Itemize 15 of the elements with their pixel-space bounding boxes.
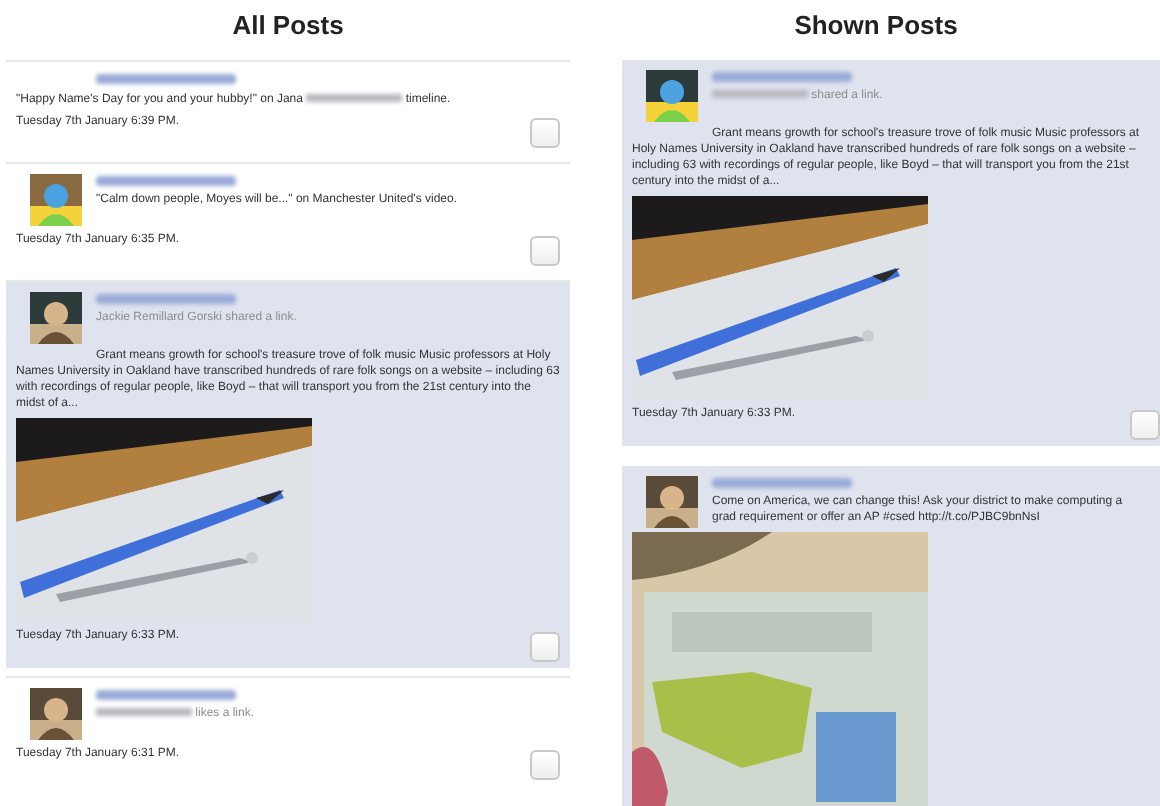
blurred-name (96, 176, 236, 186)
checkbox[interactable] (530, 632, 560, 662)
post-card[interactable] (622, 60, 1160, 446)
post-card[interactable] (6, 280, 570, 668)
column-heading: Shown Posts (792, 10, 960, 42)
blurred-name (712, 72, 852, 82)
checkbox[interactable] (530, 750, 560, 780)
checkbox[interactable] (1130, 410, 1160, 440)
checkbox[interactable] (530, 118, 560, 148)
blurred-name (96, 74, 236, 84)
blurred-name (712, 478, 852, 488)
blurred-name (96, 294, 236, 304)
column-heading: All Posts (230, 10, 346, 42)
blurred-name (96, 690, 236, 700)
checkbox[interactable] (530, 236, 560, 266)
